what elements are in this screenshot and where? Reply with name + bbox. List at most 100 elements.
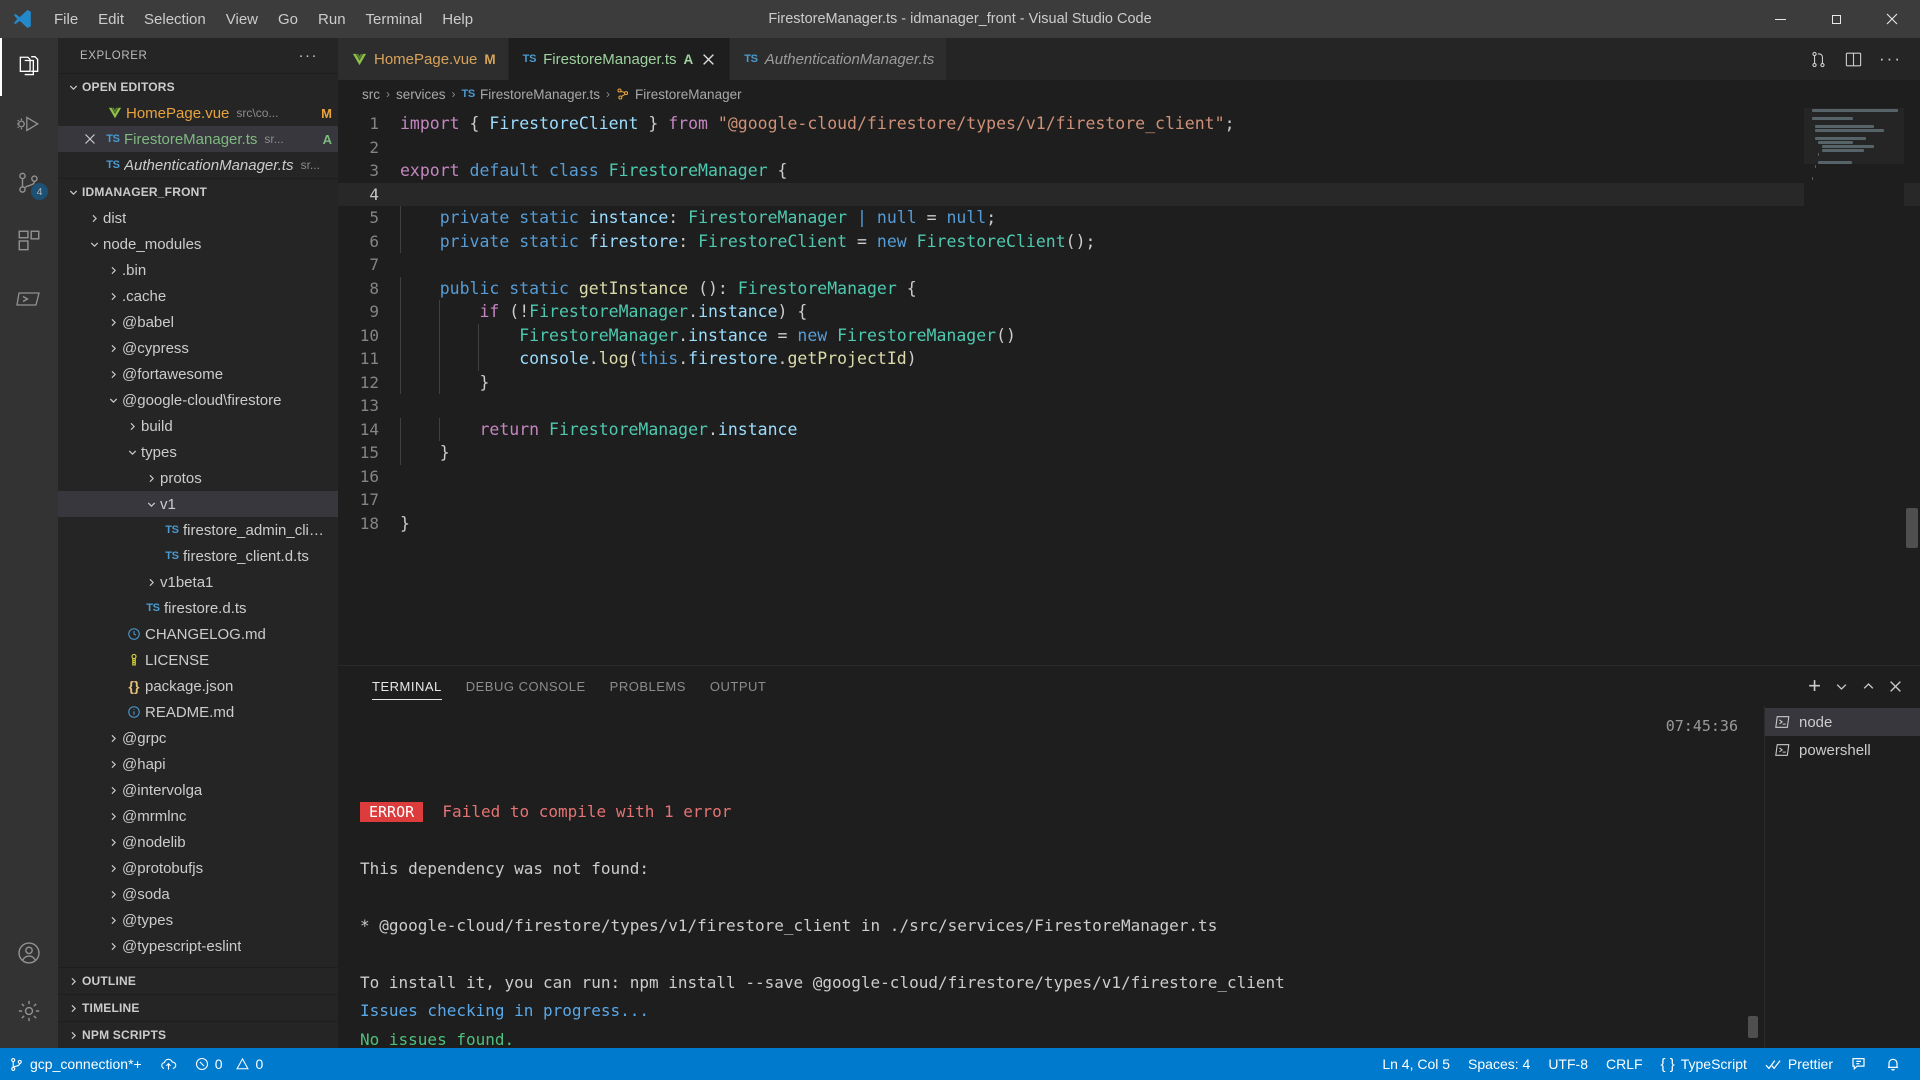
status-branch[interactable]: gcp_connection*+ bbox=[0, 1048, 151, 1080]
code-line[interactable]: 16 bbox=[338, 465, 1920, 489]
menu-terminal[interactable]: Terminal bbox=[356, 0, 433, 38]
panel-tab-problems[interactable]: PROBLEMS bbox=[598, 666, 698, 706]
section-timeline[interactable]: TIMELINE bbox=[58, 994, 338, 1021]
menu-help[interactable]: Help bbox=[432, 0, 483, 38]
terminal-dropdown-icon[interactable] bbox=[1835, 680, 1848, 693]
tree-folder-row[interactable]: @grpc bbox=[58, 725, 338, 751]
close-icon[interactable] bbox=[78, 133, 102, 145]
code-line[interactable]: 13 bbox=[338, 394, 1920, 418]
code-line[interactable]: 5 private static instance: FirestoreMana… bbox=[338, 206, 1920, 230]
section-outline[interactable]: OUTLINE bbox=[58, 967, 338, 994]
tree-folder-row[interactable]: @hapi bbox=[58, 751, 338, 777]
code-line[interactable]: 4 bbox=[338, 182, 1920, 206]
open-editor-authenticationmanager[interactable]: TS AuthenticationManager.ts sr... bbox=[58, 152, 338, 178]
code-line[interactable]: 6 private static firestore: FirestoreCli… bbox=[338, 229, 1920, 253]
maximize-panel-icon[interactable] bbox=[1862, 680, 1875, 693]
tree-file-row[interactable]: README.md bbox=[58, 699, 338, 725]
terminal-output[interactable]: 07:45:36 ERROR Failed to compile with 1 … bbox=[338, 706, 1764, 1048]
editor-scrollbar[interactable] bbox=[1904, 108, 1920, 665]
tree-folder-row[interactable]: @babel bbox=[58, 309, 338, 335]
minimap-slider[interactable] bbox=[1804, 108, 1904, 164]
status-encoding[interactable]: UTF-8 bbox=[1539, 1048, 1597, 1080]
tab-authenticationmanager-ts[interactable]: TS AuthenticationManager.ts bbox=[730, 38, 948, 80]
code-line[interactable]: 7 bbox=[338, 253, 1920, 277]
tree-folder-row[interactable]: dist bbox=[58, 205, 338, 231]
tree-file-row[interactable]: {} package.json bbox=[58, 673, 338, 699]
tree-folder-row[interactable]: @soda bbox=[58, 881, 338, 907]
status-notifications[interactable] bbox=[1876, 1048, 1910, 1080]
breadcrumb-services[interactable]: services bbox=[396, 87, 446, 102]
open-editor-firestoremanager[interactable]: TS FirestoreManager.ts sr... A bbox=[58, 126, 338, 152]
tree-folder-row[interactable]: build bbox=[58, 413, 338, 439]
code-line[interactable]: 9 if (!FirestoreManager.instance) { bbox=[338, 300, 1920, 324]
minimap[interactable] bbox=[1804, 108, 1904, 665]
code-line[interactable]: 14 return FirestoreManager.instance bbox=[338, 417, 1920, 441]
panel-tab-output[interactable]: OUTPUT bbox=[698, 666, 778, 706]
tree-folder-row[interactable]: @nodelib bbox=[58, 829, 338, 855]
activity-run-debug[interactable] bbox=[0, 96, 58, 154]
breadcrumb-symbol[interactable]: FirestoreManager bbox=[616, 87, 742, 102]
breadcrumb-file[interactable]: TS FirestoreManager.ts bbox=[462, 87, 601, 102]
code-line[interactable]: 2 bbox=[338, 136, 1920, 160]
activity-accounts[interactable] bbox=[0, 924, 58, 982]
activity-manage-gear[interactable] bbox=[0, 982, 58, 1040]
code-line[interactable]: 8 public static getInstance (): Firestor… bbox=[338, 276, 1920, 300]
menu-go[interactable]: Go bbox=[268, 0, 308, 38]
menu-edit[interactable]: Edit bbox=[88, 0, 134, 38]
terminal-list-item-powershell[interactable]: powershell bbox=[1765, 736, 1920, 764]
tree-folder-row[interactable]: @mrmlnc bbox=[58, 803, 338, 829]
tab-firestoremanager-ts[interactable]: TS FirestoreManager.ts A bbox=[508, 38, 731, 80]
tree-folder-row[interactable]: @fortawesome bbox=[58, 361, 338, 387]
split-diff-icon[interactable] bbox=[1809, 50, 1828, 69]
status-cursor-position[interactable]: Ln 4, Col 5 bbox=[1373, 1048, 1459, 1080]
tree-file-row[interactable]: TS firestore_client.d.ts bbox=[58, 543, 338, 569]
tree-folder-row[interactable]: protos bbox=[58, 465, 338, 491]
tree-folder-row[interactable]: v1beta1 bbox=[58, 569, 338, 595]
status-eol[interactable]: CRLF bbox=[1597, 1048, 1652, 1080]
code-line[interactable]: 18} bbox=[338, 512, 1920, 536]
status-indentation[interactable]: Spaces: 4 bbox=[1459, 1048, 1539, 1080]
tree-folder-row[interactable]: v1 bbox=[58, 491, 338, 517]
activity-explorer[interactable] bbox=[0, 38, 58, 96]
new-terminal-icon[interactable]: + bbox=[1808, 675, 1821, 697]
menu-view[interactable]: View bbox=[216, 0, 268, 38]
tab-homepage-vue[interactable]: HomePage.vue M bbox=[338, 38, 509, 80]
breadcrumb-src[interactable]: src bbox=[362, 87, 380, 102]
tree-folder-row[interactable]: @google-cloud\firestore bbox=[58, 387, 338, 413]
terminal-scrollbar-thumb[interactable] bbox=[1748, 1016, 1758, 1038]
section-project[interactable]: IDMANAGER_FRONT bbox=[58, 178, 338, 205]
code-line[interactable]: 1 import { FirestoreClient } from "@googl… bbox=[338, 112, 1920, 136]
section-open-editors[interactable]: OPEN EDITORS bbox=[58, 73, 338, 100]
close-button[interactable] bbox=[1864, 0, 1920, 38]
tree-folder-row[interactable]: types bbox=[58, 439, 338, 465]
code-line[interactable]: 11 console.log(this.firestore.getProject… bbox=[338, 347, 1920, 371]
tree-file-row[interactable]: TS firestore_admin_client.d.ts bbox=[58, 517, 338, 543]
activity-extensions[interactable] bbox=[0, 212, 58, 270]
status-sync[interactable] bbox=[151, 1048, 186, 1080]
tree-folder-row[interactable]: @protobufjs bbox=[58, 855, 338, 881]
split-editor-icon[interactable] bbox=[1844, 50, 1863, 69]
tree-folder-row[interactable]: .bin bbox=[58, 257, 338, 283]
close-panel-icon[interactable] bbox=[1889, 680, 1902, 693]
section-npm-scripts[interactable]: NPM SCRIPTS bbox=[58, 1021, 338, 1048]
menu-file[interactable]: File bbox=[44, 0, 88, 38]
terminal-list-item-node[interactable]: node bbox=[1765, 708, 1920, 736]
more-actions-icon[interactable]: ··· bbox=[1879, 50, 1902, 67]
tree-folder-row[interactable]: @types bbox=[58, 907, 338, 933]
tree-file-row[interactable]: CHANGELOG.md bbox=[58, 621, 338, 647]
scrollbar-thumb[interactable] bbox=[1906, 508, 1918, 548]
panel-tab-debug-console[interactable]: DEBUG CONSOLE bbox=[454, 666, 598, 706]
tree-folder-row[interactable]: .cache bbox=[58, 283, 338, 309]
menu-run[interactable]: Run bbox=[308, 0, 356, 38]
tree-folder-row[interactable]: @typescript-eslint bbox=[58, 933, 338, 959]
status-problems[interactable]: 0 0 bbox=[186, 1048, 273, 1080]
tree-folder-row[interactable]: @cypress bbox=[58, 335, 338, 361]
code-line[interactable]: 10 FirestoreManager.instance = new Fires… bbox=[338, 323, 1920, 347]
menu-selection[interactable]: Selection bbox=[134, 0, 216, 38]
code-line[interactable]: 3 export default class FirestoreManager { bbox=[338, 159, 1920, 183]
tab-close-icon[interactable] bbox=[700, 53, 717, 66]
code-line[interactable]: 12 } bbox=[338, 370, 1920, 394]
sidebar-more-actions-icon[interactable]: ··· bbox=[299, 47, 319, 64]
status-formatter[interactable]: Prettier bbox=[1756, 1048, 1842, 1080]
tree-file-row[interactable]: LICENSE bbox=[58, 647, 338, 673]
